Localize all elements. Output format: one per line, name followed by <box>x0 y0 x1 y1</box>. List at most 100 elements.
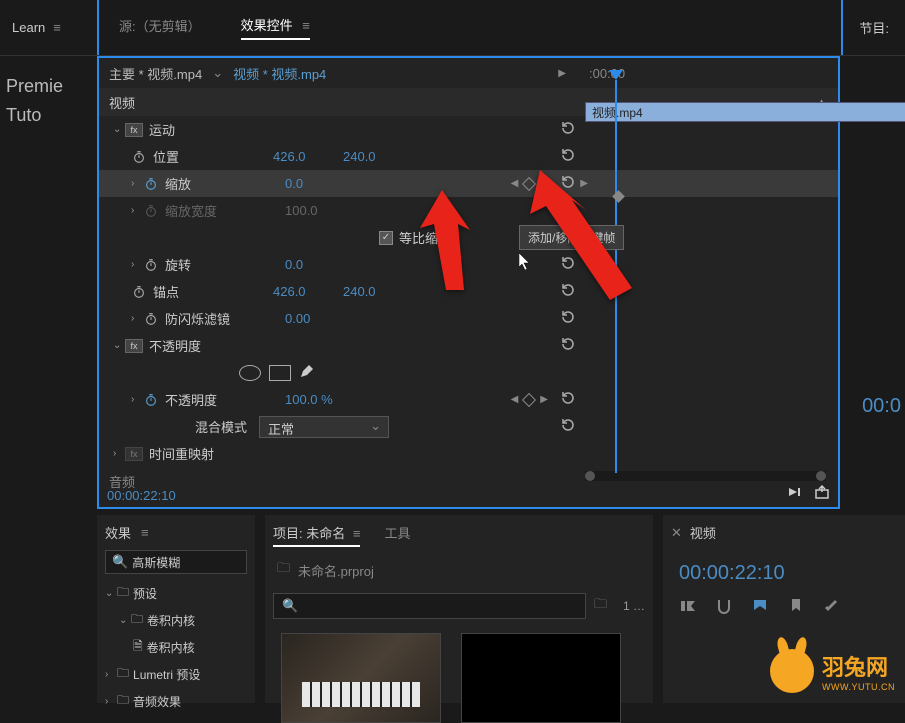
program-timecode: 00:0 <box>862 395 901 418</box>
project-menu-icon[interactable]: ≡ <box>353 526 361 541</box>
twirl-right-icon[interactable]: › <box>105 669 117 680</box>
blend-mode-select[interactable]: 正常 <box>259 416 389 438</box>
twirl-right-icon[interactable]: › <box>113 448 125 459</box>
project-search-input[interactable] <box>298 599 577 614</box>
scale-value[interactable]: 0.0 <box>285 176 355 191</box>
project-search[interactable]: 🔍 <box>273 593 586 619</box>
marker-icon[interactable] <box>787 597 805 618</box>
learn-label: Learn <box>12 20 45 35</box>
twirl-right-icon[interactable]: › <box>105 696 117 707</box>
pen-mask-button[interactable] <box>299 363 315 382</box>
clip-thumbnail-2[interactable] <box>461 633 621 723</box>
clip-thumbnail-1[interactable] <box>281 633 441 723</box>
preview-timecode[interactable]: 00:00:22:10 <box>671 562 897 585</box>
effects-menu-icon[interactable]: ≡ <box>141 525 149 540</box>
program-tab[interactable]: 节目: <box>843 0 905 55</box>
uniform-scale-checkbox[interactable]: ✓ <box>379 231 393 245</box>
preset-folder[interactable]: ⌄ 🗀 预设 <box>105 580 247 607</box>
scale-width-value: 100.0 <box>285 203 355 218</box>
opacity-value-row: › 不透明度 100.0 % ◀ ▶ <box>99 386 838 413</box>
effect-controls-tab[interactable]: 效果控件 ≡ <box>241 15 310 40</box>
markers-icon[interactable] <box>751 597 769 618</box>
preset-icon: 🗎 <box>133 637 143 658</box>
anchor-x-value[interactable]: 426.0 <box>273 284 343 299</box>
insert-icon[interactable] <box>679 597 697 618</box>
next-keyframe-icon[interactable]: ▶ <box>540 394 548 405</box>
source-tab[interactable]: 源:（无剪辑） <box>119 16 201 39</box>
scroll-knob-right[interactable] <box>816 471 826 481</box>
fx-badge-icon[interactable]: fx <box>125 447 143 461</box>
effect-timecode[interactable]: 00:00:22:10 <box>107 488 176 503</box>
opacity-effect-row[interactable]: ⌄ fx 不透明度 <box>99 332 838 359</box>
learn-menu-icon[interactable]: ≡ <box>53 20 61 35</box>
twirl-down-icon[interactable]: ⌄ <box>119 615 131 626</box>
anchor-y-value[interactable]: 240.0 <box>343 284 413 299</box>
motion-effect-row[interactable]: ⌄ fx 运动 <box>99 116 838 143</box>
position-x-value[interactable]: 426.0 <box>273 149 343 164</box>
position-y-value[interactable]: 240.0 <box>343 149 413 164</box>
effects-panel-title[interactable]: 效果 <box>105 523 131 542</box>
search-icon: 🔍 <box>112 554 128 570</box>
clip-dropdown-icon[interactable]: ⌄ <box>212 65 223 81</box>
tools-tab[interactable]: 工具 <box>384 523 410 547</box>
twirl-right-icon[interactable]: › <box>131 313 143 324</box>
effects-search-input[interactable] <box>132 555 287 569</box>
twirl-down-icon[interactable]: ⌄ <box>105 588 117 599</box>
new-bin-icon[interactable]: 🗀 <box>594 595 607 617</box>
rotation-value[interactable]: 0.0 <box>285 257 355 272</box>
master-clip-label[interactable]: 主要 * 视频.mp4 <box>109 64 202 83</box>
stopwatch-icon[interactable] <box>143 311 159 327</box>
twirl-down-icon[interactable]: ⌄ <box>113 340 125 351</box>
folder-icon: 🗀 <box>131 610 143 631</box>
reset-button[interactable] <box>560 417 576 436</box>
stopwatch-active-icon[interactable] <box>143 392 159 408</box>
effect-tab-menu-icon[interactable]: ≡ <box>302 18 310 33</box>
flicker-value[interactable]: 0.00 <box>285 311 355 326</box>
fx-badge-icon[interactable]: fx <box>125 123 143 137</box>
video-section-label[interactable]: 视频 <box>109 93 135 112</box>
opacity-value[interactable]: 100.0 % <box>285 392 375 407</box>
reset-button[interactable] <box>560 336 576 355</box>
convolution-preset-item[interactable]: 🗎 卷积内核 <box>105 634 247 661</box>
export-frame-icon[interactable] <box>814 484 830 503</box>
prev-keyframe-icon[interactable]: ◀ <box>511 178 519 189</box>
stopwatch-active-icon[interactable] <box>143 176 159 192</box>
project-file-row[interactable]: 🗀 未命名.prproj <box>273 559 645 581</box>
project-tab[interactable]: 项目: 未命名 ≡ <box>273 523 360 547</box>
close-tab-icon[interactable]: ✕ <box>671 525 682 541</box>
preview-title[interactable]: 视频 <box>690 523 716 542</box>
stopwatch-icon[interactable] <box>131 149 147 165</box>
reset-button[interactable] <box>560 120 576 139</box>
reset-button[interactable] <box>560 147 576 166</box>
mini-timeline-scrollbar[interactable] <box>585 471 826 481</box>
stopwatch-icon[interactable] <box>143 257 159 273</box>
twirl-right-icon[interactable]: › <box>131 259 143 270</box>
add-keyframe-button[interactable] <box>522 392 536 406</box>
learn-tab[interactable]: Learn ≡ <box>0 0 97 55</box>
mask-shapes-row <box>99 359 838 386</box>
blend-mode-row: 混合模式 正常 <box>99 413 838 440</box>
instance-clip-label[interactable]: 视频 * 视频.mp4 <box>233 64 326 83</box>
scroll-knob-left[interactable] <box>585 471 595 481</box>
twirl-right-icon[interactable]: › <box>131 178 143 189</box>
prev-keyframe-icon[interactable]: ◀ <box>511 394 519 405</box>
twirl-right-icon[interactable]: › <box>131 394 143 405</box>
lumetri-folder[interactable]: › 🗀 Lumetri 预设 <box>105 661 247 688</box>
ellipse-mask-button[interactable] <box>239 365 261 381</box>
convolution-folder[interactable]: ⌄ 🗀 卷积内核 <box>105 607 247 634</box>
twirl-down-icon[interactable]: ⌄ <box>113 124 125 135</box>
reset-button[interactable] <box>560 390 576 409</box>
effects-search[interactable]: 🔍 ✕ <box>105 550 247 574</box>
time-remap-row[interactable]: › fx 时间重映射 <box>99 440 838 467</box>
folder-icon: 🗀 <box>117 691 129 712</box>
rect-mask-button[interactable] <box>269 365 291 381</box>
folder-icon: 🗀 <box>117 583 129 604</box>
fx-badge-icon[interactable]: fx <box>125 339 143 353</box>
settings-icon[interactable] <box>823 597 841 618</box>
twirl-right-icon[interactable]: › <box>131 205 143 216</box>
loop-playback-icon[interactable] <box>786 484 802 503</box>
play-only-icon[interactable]: ▶ <box>558 68 566 79</box>
stopwatch-icon[interactable] <box>131 284 147 300</box>
audio-effects-folder[interactable]: › 🗀 音频效果 <box>105 688 247 715</box>
snap-icon[interactable] <box>715 597 733 618</box>
